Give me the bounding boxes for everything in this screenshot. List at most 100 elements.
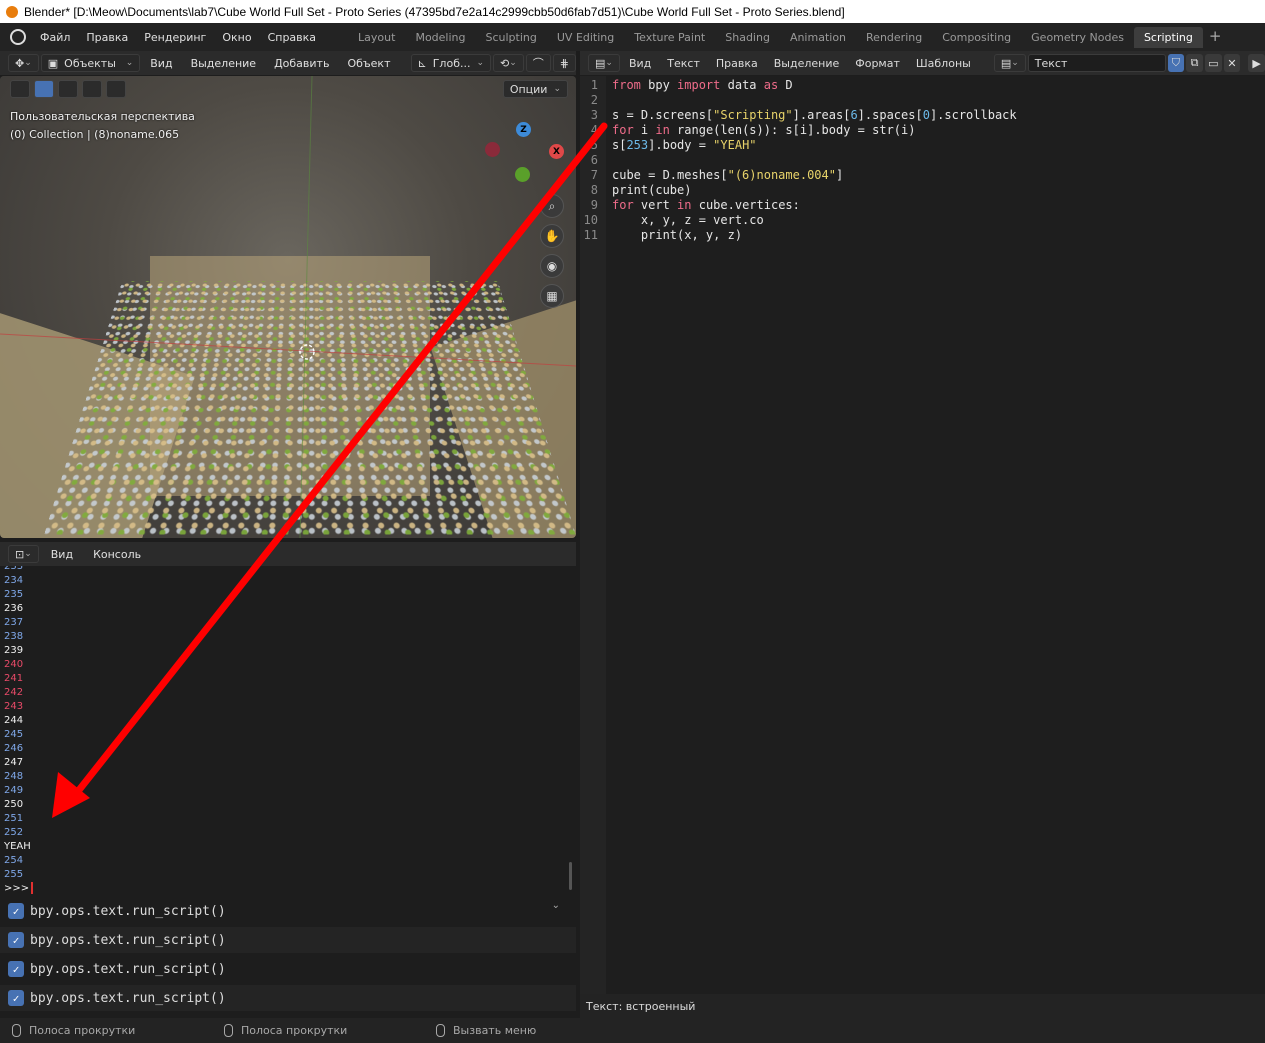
- text-datablock-name[interactable]: Текст: [1027, 54, 1166, 72]
- gizmo-neg-x-axis[interactable]: [485, 142, 500, 157]
- fake-user-shield-icon[interactable]: ⛉: [1167, 54, 1185, 72]
- pivot-button[interactable]: ⟲ ⌄: [493, 54, 524, 72]
- blender-menu-icon[interactable]: [10, 29, 26, 45]
- info-report-text: bpy.ops.text.run_script(): [30, 990, 226, 1006]
- console-prompt-line[interactable]: >>>: [4, 882, 576, 894]
- select-subtract-button[interactable]: [82, 80, 102, 98]
- code-line[interactable]: 9 for vert in cube.vertices:: [580, 198, 800, 213]
- viewport-menu-object[interactable]: Объект: [339, 57, 398, 70]
- tab-animation[interactable]: Animation: [780, 27, 856, 48]
- close-icon[interactable]: ✕: [1223, 54, 1241, 72]
- info-report-row[interactable]: ✓ bpy.ops.text.run_script(): [0, 927, 576, 953]
- menu-window[interactable]: Окно: [214, 31, 259, 44]
- code-text: for i in range(len(s)): s[i].body = str(…: [612, 123, 916, 137]
- duplicate-text-icon[interactable]: ⧉: [1186, 54, 1203, 72]
- text-menu-format[interactable]: Формат: [848, 57, 907, 70]
- transform-orientation-label: Глоб...: [432, 56, 471, 70]
- run-script-play-icon[interactable]: ▶: [1248, 54, 1265, 72]
- menu-edit[interactable]: Правка: [78, 31, 136, 44]
- tab-compositing[interactable]: Compositing: [932, 27, 1021, 48]
- viewport-menu-select[interactable]: Выделение: [183, 57, 265, 70]
- python-console[interactable]: 233 234 235 236 237 238 239 240 241 242 243 244 245 2…: [0, 566, 576, 898]
- snap-button[interactable]: ⌒: [525, 54, 551, 72]
- viewport-menu-add[interactable]: Добавить: [266, 57, 337, 70]
- tab-sculpting[interactable]: Sculpting: [476, 27, 547, 48]
- code-text: x, y, z = vert.co: [612, 213, 764, 227]
- tab-uv-editing[interactable]: UV Editing: [547, 27, 624, 48]
- console-menu-console[interactable]: Консоль: [85, 548, 149, 561]
- camera-icon[interactable]: ◉: [540, 254, 564, 278]
- text-browse-button[interactable]: ▤ ⌄: [993, 54, 1026, 72]
- text-file-icon: ▤: [1000, 56, 1012, 70]
- select-new-button[interactable]: [34, 80, 54, 98]
- info-report-row[interactable]: ✓ bpy.ops.text.run_script(): [0, 985, 576, 1011]
- menu-file[interactable]: Файл: [32, 31, 78, 44]
- tab-shading[interactable]: Shading: [715, 27, 780, 48]
- mode-select[interactable]: ▣ Объекты ⌄: [40, 54, 141, 72]
- info-report-text: bpy.ops.text.run_script(): [30, 932, 226, 948]
- text-editor[interactable]: 1 from bpy import data as D 23 s = D.screen…: [580, 76, 1265, 994]
- grid-icon[interactable]: ▦: [540, 284, 564, 308]
- text-menu-templates[interactable]: Шаблоны: [909, 57, 978, 70]
- open-folder-icon[interactable]: ▭: [1204, 54, 1222, 72]
- code-line[interactable]: 7 cube = D.meshes["(6)noname.004"]: [580, 168, 843, 183]
- tab-texture-paint[interactable]: Texture Paint: [624, 27, 715, 48]
- text-menu-edit[interactable]: Правка: [709, 57, 765, 70]
- chevron-down-icon[interactable]: ⌄: [552, 900, 560, 911]
- console-output-line: 245: [4, 729, 24, 740]
- tab-scripting[interactable]: Scripting: [1133, 26, 1203, 48]
- pivot-icon: ⟲: [500, 56, 510, 70]
- 3d-viewport[interactable]: Опции ⌄ Пользовательская перспектива (0)…: [0, 76, 576, 538]
- console-scrollbar[interactable]: [569, 862, 572, 890]
- title-bar: Blender* [D:\Meow\Documents\lab7\Cube Wo…: [0, 0, 1265, 23]
- console-output-line: 250: [4, 799, 24, 810]
- menu-render[interactable]: Рендеринг: [136, 31, 214, 44]
- snap-target-button[interactable]: ⋕: [552, 54, 576, 72]
- code-line[interactable]: 6: [580, 153, 612, 168]
- code-line[interactable]: 8 print(cube): [580, 183, 692, 198]
- line-number: 4: [590, 123, 598, 137]
- select-tool-button[interactable]: [10, 80, 30, 98]
- text-editor-type-button[interactable]: ▤ ⌄: [588, 54, 620, 72]
- tab-modeling[interactable]: Modeling: [405, 27, 475, 48]
- code-line[interactable]: 10 x, y, z = vert.co: [580, 213, 764, 228]
- text-menu-select[interactable]: Выделение: [767, 57, 847, 70]
- transform-orientation-select[interactable]: ⊾ Глоб... ⌄: [410, 54, 492, 72]
- hand-icon[interactable]: ✋: [540, 224, 564, 248]
- checkmark-icon: ✓: [8, 903, 24, 919]
- viewport-menu-view[interactable]: Вид: [142, 57, 180, 70]
- console-editor-type-button[interactable]: ⊡ ⌄: [8, 545, 39, 563]
- editor-type-button[interactable]: ✥ ⌄: [8, 54, 39, 72]
- console-output-line: 249: [4, 785, 24, 796]
- code-line[interactable]: 4 for i in range(len(s)): s[i].body = str…: [580, 123, 916, 138]
- select-intersect-button[interactable]: [106, 80, 126, 98]
- status-hint-label: Вызвать меню: [453, 1024, 537, 1037]
- text-menu-view[interactable]: Вид: [622, 57, 658, 70]
- checkmark-icon: ✓: [8, 932, 24, 948]
- console-menu-view[interactable]: Вид: [43, 548, 81, 561]
- gizmo-y-axis[interactable]: [515, 167, 530, 182]
- zoom-icon[interactable]: ⌕: [540, 194, 564, 218]
- code-line[interactable]: 2: [580, 93, 612, 108]
- code-line[interactable]: 3 s = D.screens["Scripting"].areas[6].spa…: [580, 108, 1017, 123]
- text-menu-text[interactable]: Текст: [660, 57, 707, 70]
- options-dropdown[interactable]: Опции ⌄: [502, 80, 568, 98]
- code-line[interactable]: 1 from bpy import data as D: [580, 78, 793, 93]
- console-output-line: 233: [4, 566, 24, 572]
- code-line[interactable]: 11 print(x, y, z): [580, 228, 743, 243]
- code-text: s[253].body = "YEAH": [612, 138, 757, 152]
- console-output-line: 251: [4, 813, 24, 824]
- line-number: 2: [590, 93, 598, 107]
- info-report-text: bpy.ops.text.run_script(): [30, 961, 226, 977]
- tab-rendering[interactable]: Rendering: [856, 27, 932, 48]
- menu-help[interactable]: Справка: [260, 31, 324, 44]
- info-report-row[interactable]: ✓ bpy.ops.text.run_script(): [0, 956, 576, 982]
- code-line[interactable]: 5 s[253].body = "YEAH": [580, 138, 757, 153]
- select-extend-button[interactable]: [58, 80, 78, 98]
- gizmo-z-axis[interactable]: Z: [516, 122, 531, 137]
- add-workspace-button[interactable]: +: [1203, 27, 1228, 48]
- tab-geometry-nodes[interactable]: Geometry Nodes: [1021, 27, 1134, 48]
- tab-layout[interactable]: Layout: [348, 27, 405, 48]
- gizmo-x-axis[interactable]: X: [549, 144, 564, 159]
- info-report-row[interactable]: ✓ bpy.ops.text.run_script(): [0, 898, 576, 924]
